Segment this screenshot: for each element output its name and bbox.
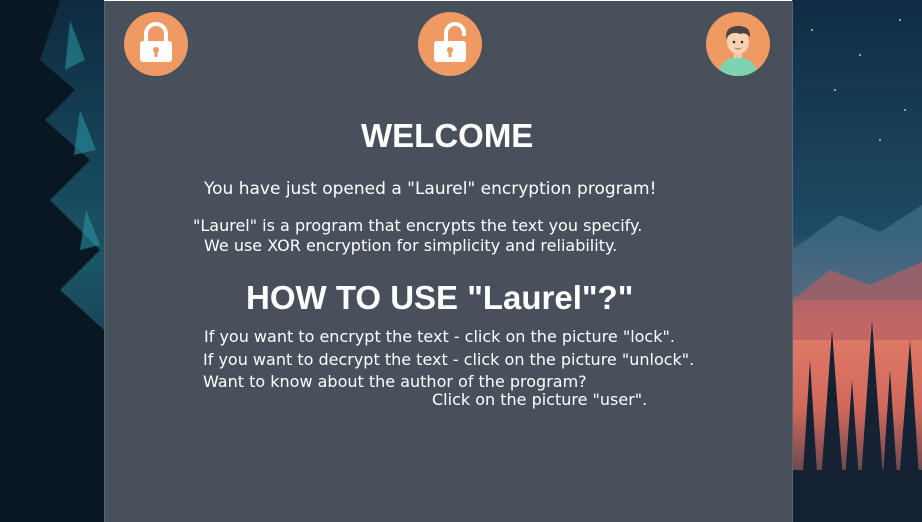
- how-to-author-hint: Click on the picture "user".: [432, 390, 648, 409]
- description-line-1: "Laurel" is a program that encrypts the …: [193, 216, 643, 235]
- lock-button[interactable]: [124, 12, 188, 76]
- lock-icon: [124, 12, 188, 76]
- how-to-decrypt-text: If you want to decrypt the text - click …: [203, 350, 695, 369]
- how-to-encrypt-text: If you want to encrypt the text - click …: [204, 327, 675, 346]
- main-panel: WELCOME You have just opened a "Laurel" …: [104, 1, 793, 522]
- intro-text: You have just opened a "Laurel" encrypti…: [204, 179, 657, 199]
- unlock-icon: [418, 12, 482, 76]
- welcome-title: WELCOME: [361, 117, 534, 154]
- description-line-2: We use XOR encryption for simplicity and…: [204, 236, 618, 255]
- how-to-title: HOW TO USE "Laurel"?": [246, 279, 634, 316]
- how-to-author-question: Want to know about the author of the pro…: [203, 372, 587, 391]
- unlock-button[interactable]: [418, 12, 482, 76]
- user-button[interactable]: [706, 12, 770, 76]
- user-avatar-icon: [706, 12, 770, 76]
